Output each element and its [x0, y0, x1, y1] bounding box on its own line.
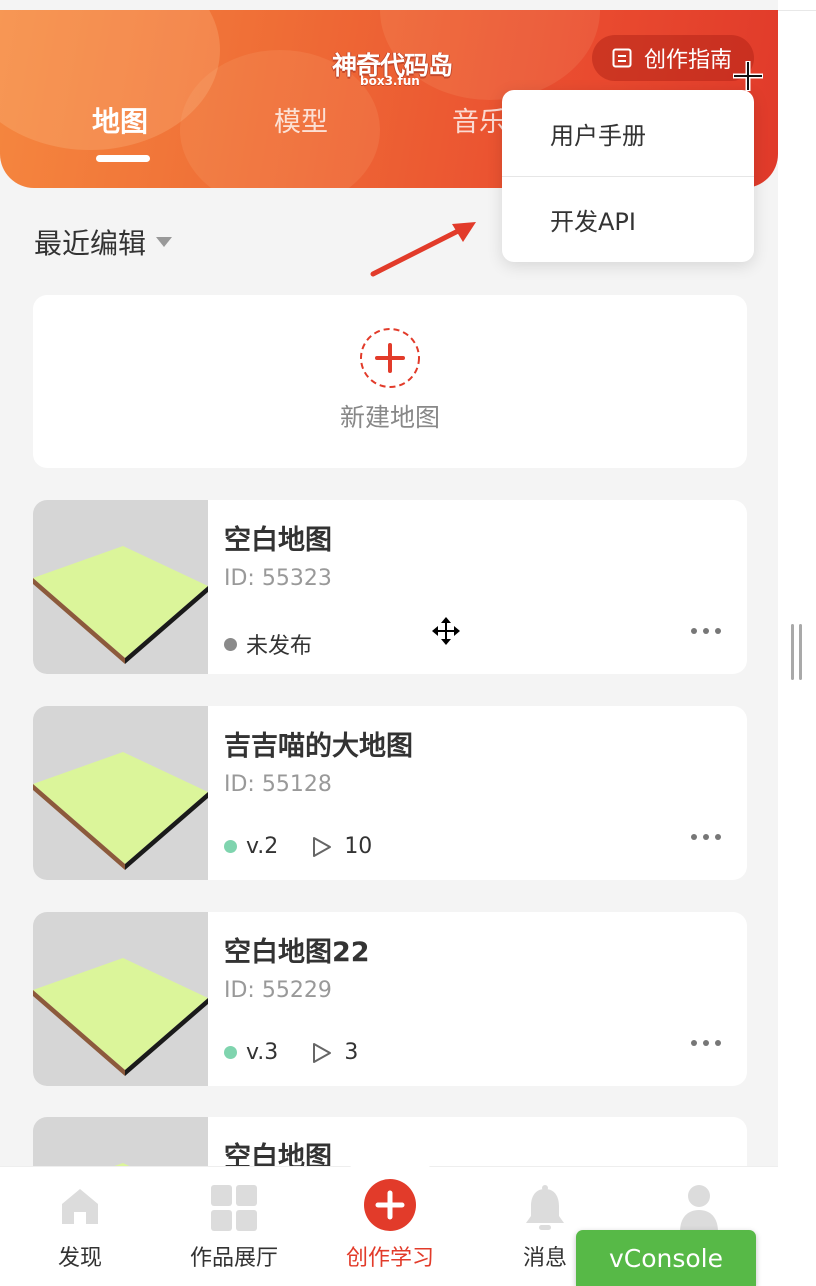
sort-dropdown[interactable]: 最近编辑	[34, 222, 173, 262]
nav-create[interactable]: 创作学习	[325, 1166, 455, 1286]
map-card[interactable]: 空白地图 ID: 55323 未发布	[33, 500, 747, 674]
map-card[interactable]: 吉吉喵的大地图 ID: 55128 v.2 10	[33, 706, 747, 880]
status-dot	[224, 1046, 237, 1059]
nav-gallery[interactable]: 作品展厅	[169, 1166, 299, 1286]
map-title: 吉吉喵的大地图	[224, 731, 413, 762]
resize-handle[interactable]	[791, 624, 805, 680]
play-icon	[313, 1042, 332, 1063]
new-map-label: 新建地图	[339, 403, 440, 432]
map-id: ID: 55229	[224, 978, 332, 1003]
more-options-icon[interactable]	[691, 1040, 721, 1046]
vconsole-button[interactable]: vConsole	[576, 1230, 756, 1286]
play-icon	[313, 836, 332, 857]
nav-discover[interactable]: 发现	[15, 1166, 145, 1286]
grid-icon	[211, 1185, 257, 1231]
map-id: ID: 55128	[224, 772, 332, 797]
menu-item-label: 用户手册	[550, 121, 646, 150]
app-logo: 神奇代码岛 box3.fun	[332, 46, 453, 90]
menu-item-label: 开发API	[550, 207, 636, 236]
home-icon	[62, 1189, 98, 1224]
bell-icon	[526, 1185, 564, 1230]
more-options-icon[interactable]	[691, 628, 721, 634]
app-screen: 神奇代码岛 box3.fun 创作指南 地图 模型 音乐 最近编辑 新建地图 空…	[0, 0, 778, 1286]
sort-label: 最近编辑	[34, 227, 147, 260]
play-count: 3	[344, 1040, 359, 1065]
creation-guide-button[interactable]: 创作指南	[592, 35, 754, 81]
map-title: 空白地图22	[224, 937, 370, 968]
user-icon	[680, 1185, 718, 1232]
plus-circle-icon	[364, 1179, 416, 1231]
menu-item-dev-api[interactable]: 开发API	[502, 176, 754, 262]
menu-item-user-manual[interactable]: 用户手册	[502, 90, 754, 176]
move-cursor-icon	[432, 617, 460, 645]
map-card[interactable]: 空白地图22 ID: 55229 v.3 3	[33, 912, 747, 1086]
logo-subtext: box3.fun	[360, 74, 420, 88]
status-text: 未发布	[246, 634, 313, 659]
map-thumbnail	[33, 500, 208, 674]
creation-guide-label: 创作指南	[644, 48, 733, 73]
plus-circle-icon	[360, 328, 420, 388]
map-title: 空白地图	[224, 525, 332, 556]
nav-label: 作品展厅	[189, 1246, 278, 1271]
nav-label: 发现	[57, 1246, 102, 1271]
new-map-card[interactable]: 新建地图	[33, 295, 747, 468]
status-dot	[224, 637, 237, 651]
tab-music[interactable]: 音乐	[452, 100, 506, 139]
annotation-arrow	[370, 222, 476, 277]
crosshair-cursor-icon	[733, 61, 763, 91]
tab-map[interactable]: 地图	[92, 100, 148, 140]
more-options-icon[interactable]	[691, 834, 721, 840]
active-tab-indicator	[96, 155, 150, 162]
divider	[778, 10, 816, 11]
map-status: v.3 3	[224, 1040, 358, 1065]
version-text: v.3	[246, 1040, 279, 1065]
guide-dropdown-menu: 用户手册 开发API	[502, 90, 754, 262]
document-icon	[612, 48, 632, 68]
map-id: ID: 55323	[224, 566, 332, 591]
map-status: v.2 10	[224, 834, 372, 859]
map-thumbnail	[33, 912, 208, 1086]
nav-label: 创作学习	[345, 1246, 434, 1271]
status-dot	[224, 840, 237, 853]
map-status: 未发布	[224, 628, 312, 660]
version-text: v.2	[246, 834, 279, 859]
play-count: 10	[344, 834, 373, 859]
map-thumbnail	[33, 706, 208, 880]
tab-model[interactable]: 模型	[274, 100, 328, 139]
caret-down-icon	[156, 237, 173, 247]
